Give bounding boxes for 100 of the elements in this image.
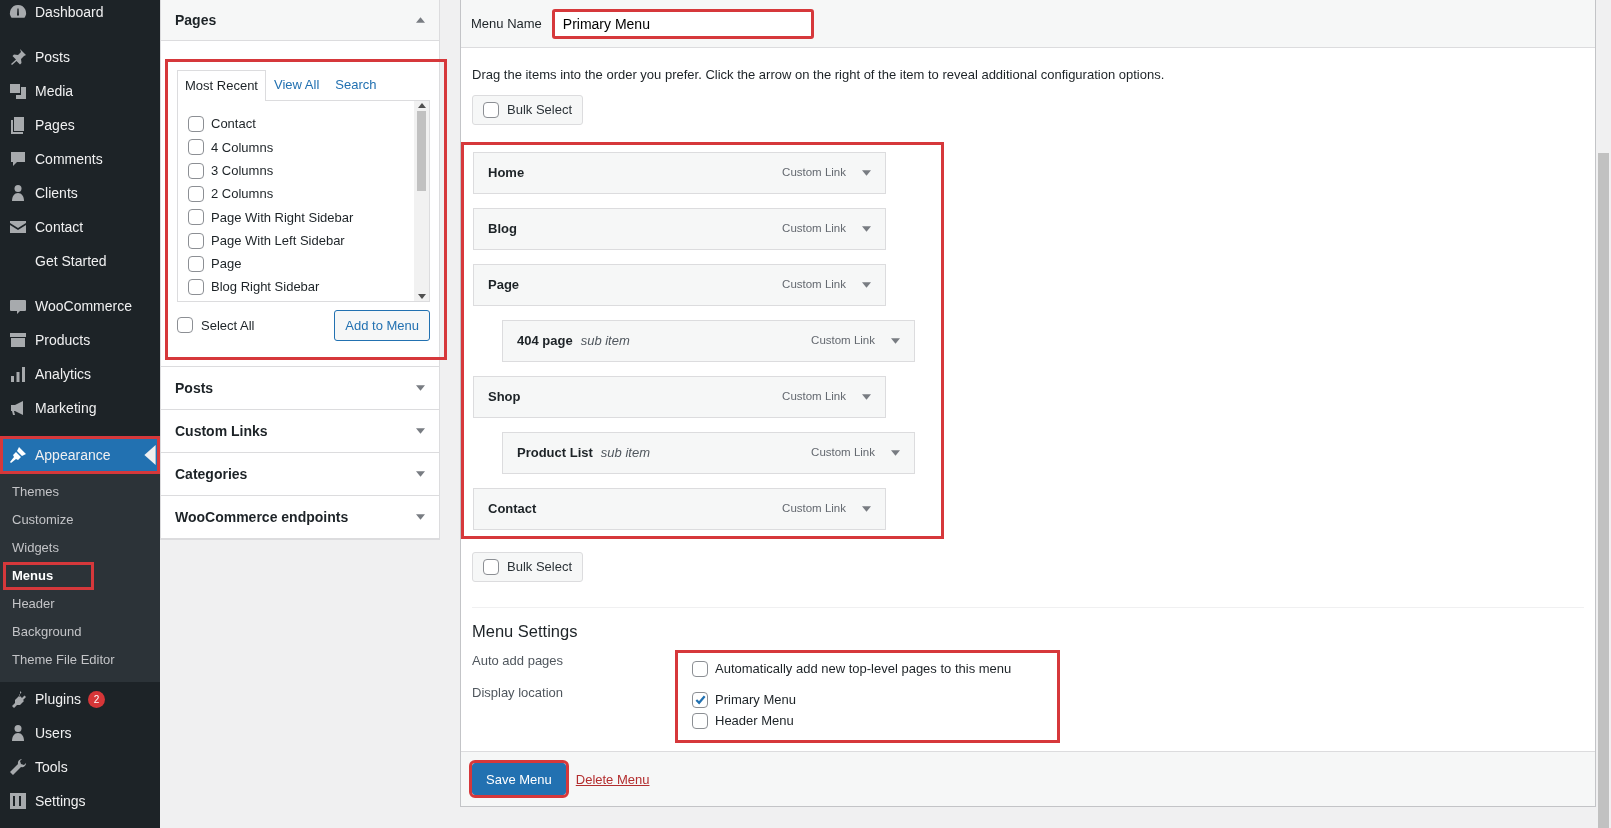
add-to-menu-button[interactable]: Add to Menu	[334, 309, 430, 341]
submenu-item[interactable]: Header	[3, 590, 94, 618]
arrow-down-icon[interactable]	[417, 293, 426, 299]
menu-name-field[interactable]: Primary Menu	[551, 8, 814, 39]
sidebar-label: Appearance	[35, 445, 111, 465]
checkbox-label: Page	[211, 255, 242, 274]
wrench-icon	[8, 757, 28, 777]
sidebar-item[interactable]: Settings	[0, 784, 160, 818]
submenu-item[interactable]: Customize	[3, 506, 94, 534]
sidebar-item[interactable]: Dashboard	[0, 0, 160, 29]
delete-menu-link[interactable]: Delete Menu	[575, 769, 650, 790]
sidebar-item[interactable]: Products	[0, 323, 160, 357]
bulk-select-control[interactable]: Bulk Select	[472, 94, 584, 125]
sidebar-label: Get Started	[35, 251, 107, 271]
checkbox[interactable]	[483, 101, 499, 118]
caret-icon[interactable]	[416, 514, 425, 520]
accordion-header[interactable]: WooCommerce endpoints	[161, 496, 439, 539]
sidebar-item[interactable]: Plugins 2	[0, 682, 160, 716]
menu-item-bar[interactable]: Blog Custom Link	[473, 207, 886, 250]
tab[interactable]: Most Recent	[177, 70, 266, 101]
sidebar-item[interactable]: Comments	[0, 142, 160, 176]
accordion-header[interactable]: Posts	[161, 367, 439, 410]
section-title: Pages	[175, 10, 217, 30]
checkbox[interactable]	[188, 139, 204, 156]
sidebar-label: WooCommerce	[35, 296, 132, 316]
scroll-thumb[interactable]	[1598, 153, 1609, 828]
checkbox[interactable]	[692, 712, 708, 729]
caret-icon[interactable]	[862, 505, 871, 512]
sidebar-label: Posts	[35, 47, 70, 67]
checkbox-label: Bulk Select	[507, 557, 573, 576]
caret-icon[interactable]	[891, 449, 900, 456]
checkbox[interactable]	[188, 232, 204, 249]
sidebar-item[interactable]: Posts	[0, 40, 160, 74]
sidebar-item[interactable]: Media	[0, 74, 160, 108]
checkbox-label: Page With Right Sidebar	[211, 208, 354, 227]
sidebar-label: Products	[35, 330, 91, 350]
checkbox-label: Bulk Select	[507, 100, 573, 119]
checkbox[interactable]	[188, 162, 204, 179]
caret-icon[interactable]	[416, 17, 425, 23]
image-icon	[8, 81, 28, 101]
submenu-item[interactable]: Background	[3, 618, 94, 646]
sidebar-item[interactable]: Contact	[0, 210, 160, 244]
scroll-thumb[interactable]	[417, 110, 426, 191]
sidebar-item[interactable]: Users	[0, 716, 160, 750]
scrollbar[interactable]	[414, 100, 429, 301]
save-menu-button[interactable]: Save Menu	[472, 763, 566, 796]
sidebar-item[interactable]: Analytics	[0, 357, 160, 391]
submenu-item[interactable]: Theme File Editor	[3, 646, 124, 674]
menu-item-bar[interactable]: Home Custom Link	[473, 151, 886, 194]
menu-item-title: Home	[488, 163, 525, 182]
sidebar-item[interactable]: Appearance	[0, 436, 160, 474]
submenu-item[interactable]: Widgets	[3, 534, 94, 562]
submenu-item[interactable]: Menus	[3, 562, 94, 590]
checkbox[interactable]	[692, 691, 708, 708]
caret-icon[interactable]	[416, 428, 425, 434]
menu-item-bar[interactable]: 404 page sub item Custom Link	[502, 319, 915, 362]
menu-item-bar[interactable]: Shop Custom Link	[473, 375, 886, 418]
menu-item-title: Product List	[517, 443, 593, 462]
checkbox[interactable]	[483, 558, 499, 575]
sidebar-label: Pages	[35, 115, 75, 135]
tab[interactable]: Search	[327, 69, 385, 100]
sidebar-item[interactable]: Marketing	[0, 391, 160, 425]
menu-item-bar[interactable]: Page Custom Link	[473, 263, 886, 306]
checkbox-label: Select All	[201, 316, 255, 335]
menu-item-type: Custom Link	[782, 164, 846, 180]
checkbox[interactable]	[188, 255, 204, 272]
sidebar-label: Contact	[35, 217, 84, 237]
sidebar-item[interactable]: Get Started	[0, 244, 160, 278]
menu-item-bar[interactable]: Product List sub item Custom Link	[502, 431, 915, 474]
caret-icon[interactable]	[862, 169, 871, 176]
field-label: Menu Name	[471, 14, 542, 33]
caret-icon[interactable]	[416, 471, 425, 477]
checkbox[interactable]	[177, 317, 193, 334]
tab[interactable]: View All	[266, 69, 328, 100]
arrow-up-icon[interactable]	[417, 102, 426, 108]
checkbox[interactable]	[188, 116, 204, 133]
checkbox-label: Contact	[211, 115, 256, 134]
caret-icon[interactable]	[862, 281, 871, 288]
sidebar-item[interactable]: WooCommerce	[0, 289, 160, 323]
accordion-header[interactable]: Pages	[161, 0, 439, 41]
menu-item-bar[interactable]: Contact Custom Link	[473, 487, 886, 530]
caret-icon[interactable]	[416, 385, 425, 391]
accordion-header[interactable]: Custom Links	[161, 410, 439, 453]
menu-item-title: Contact	[488, 499, 537, 518]
accordion-header[interactable]: Categories	[161, 453, 439, 496]
caret-icon[interactable]	[891, 337, 900, 344]
caret-icon[interactable]	[862, 225, 871, 232]
section-title: Custom Links	[175, 421, 268, 441]
checkbox-label: Automatically add new top-level pages to this menu	[715, 660, 1012, 679]
sidebar-item[interactable]: Clients	[0, 176, 160, 210]
bulk-select-control[interactable]: Bulk Select	[472, 551, 584, 582]
sidebar-item[interactable]: Pages	[0, 108, 160, 142]
checkbox[interactable]	[692, 660, 708, 677]
sidebar-item[interactable]: Tools	[0, 750, 160, 784]
submenu-item[interactable]: Themes	[3, 478, 94, 506]
checkbox[interactable]	[188, 186, 204, 203]
caret-icon[interactable]	[862, 393, 871, 400]
sidebar-label: Analytics	[35, 364, 92, 384]
checkbox[interactable]	[188, 209, 204, 226]
checkbox[interactable]	[188, 279, 204, 296]
